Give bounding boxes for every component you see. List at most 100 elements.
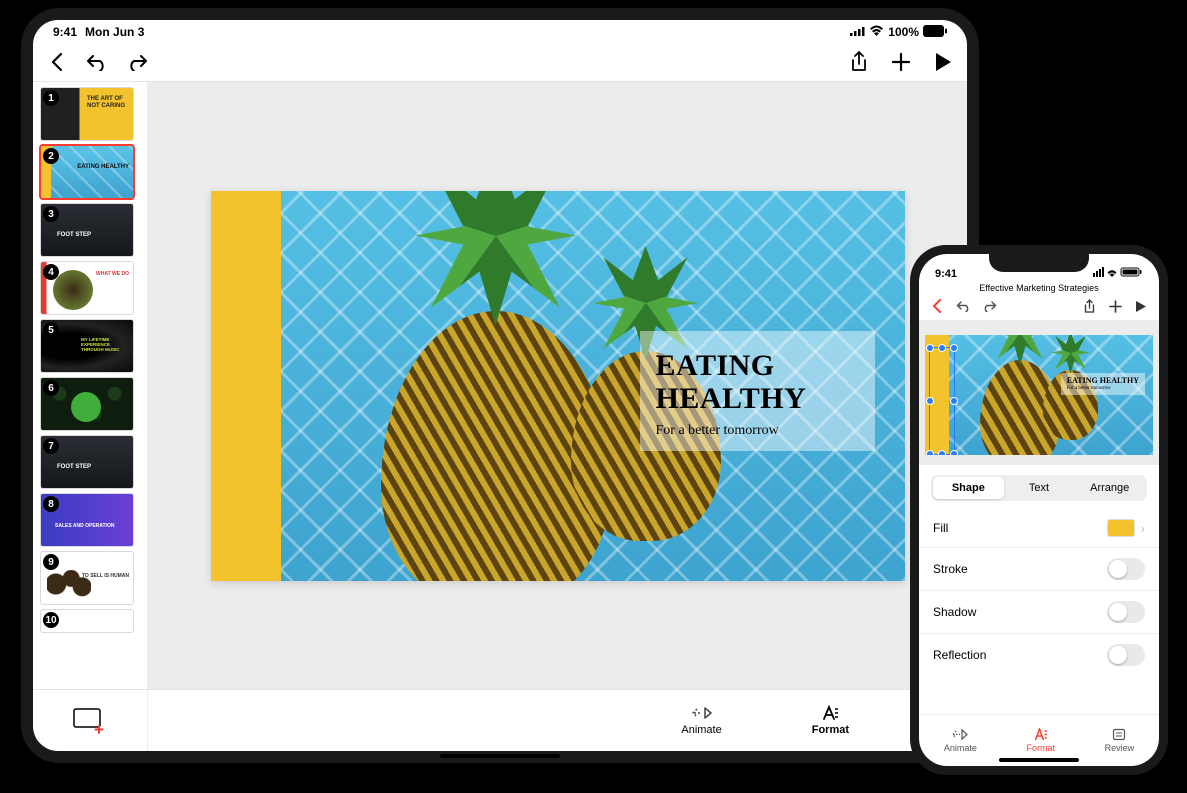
play-button[interactable] xyxy=(1133,298,1149,314)
slide-thumb-title: EATING HEALTHY xyxy=(77,164,129,171)
tab-label: Format xyxy=(812,724,849,736)
shadow-toggle[interactable] xyxy=(1107,601,1145,623)
slide-number: 8 xyxy=(43,496,59,512)
slide-canvas[interactable]: EATING HEALTHY For a better tomorrow xyxy=(211,191,905,581)
back-button[interactable] xyxy=(929,298,945,314)
tab-animate[interactable]: Animate xyxy=(681,705,721,736)
ipad-device-frame: 9:41 Mon Jun 3 100% xyxy=(21,8,979,763)
slide-thumb[interactable]: 7 FOOT STEP xyxy=(41,436,133,488)
slide-thumb-title: FOOT STEP xyxy=(57,232,91,239)
ipad-screen: 9:41 Mon Jun 3 100% xyxy=(33,20,967,751)
ipad-status-bar: 9:41 Mon Jun 3 100% xyxy=(33,20,967,42)
slide-number: 3 xyxy=(43,206,59,222)
new-slide-button[interactable] xyxy=(33,690,148,751)
slide-thumb-title: MY LIFETIME EXPERIENCE THROUGH MUSIC xyxy=(81,338,129,353)
slide-title: EATING HEALTHY xyxy=(1067,377,1139,386)
tab-format[interactable]: Format xyxy=(1026,728,1055,753)
ipad-top-toolbar xyxy=(33,42,967,82)
slide-number: 6 xyxy=(43,380,59,396)
slide-thumb[interactable]: 5 MY LIFETIME EXPERIENCE THROUGH MUSIC xyxy=(41,320,133,372)
wifi-icon xyxy=(869,25,884,39)
slide-thumb[interactable]: 8 SALES AND OPERATION xyxy=(41,494,133,546)
reflection-row[interactable]: Reflection xyxy=(919,634,1159,676)
stroke-label: Stroke xyxy=(933,562,968,576)
slide-thumb-title: THE ART OF NOT CARING xyxy=(87,96,129,109)
slide-subtitle: For a better tomorrow xyxy=(656,423,859,439)
tab-format[interactable]: Format xyxy=(812,705,849,736)
shadow-label: Shadow xyxy=(933,605,976,619)
status-time: 9:41 xyxy=(53,25,77,39)
iphone-device-frame: 9:41 Effective Marketing Strategies xyxy=(910,245,1168,775)
segment-shape[interactable]: Shape xyxy=(933,477,1004,499)
tab-animate[interactable]: Animate xyxy=(944,728,977,753)
slide-thumb-title: WHAT WE DO xyxy=(96,272,129,278)
tab-review[interactable]: Review xyxy=(1105,728,1135,753)
home-indicator[interactable] xyxy=(999,758,1079,762)
slide-thumb[interactable]: 4 WHAT WE DO xyxy=(41,262,133,314)
share-button[interactable] xyxy=(1081,298,1097,314)
slide-thumb[interactable]: 2 EATING HEALTHY xyxy=(41,146,133,198)
slide-canvas-area[interactable]: EATING HEALTHY For a better tomorrow xyxy=(148,82,967,689)
tab-label: Animate xyxy=(944,743,977,753)
tab-label: Format xyxy=(1026,743,1055,753)
selection-handles[interactable] xyxy=(929,347,955,455)
slide-number: 5 xyxy=(43,322,59,338)
slide-subtitle: For a better tomorrow xyxy=(1067,386,1139,391)
ipad-bottom-toolbar: Animate Format R xyxy=(33,689,967,751)
slide-thumb[interactable]: 10 xyxy=(41,610,133,632)
slide-number: 9 xyxy=(43,554,59,570)
format-inspector: Shape Text Arrange Fill › Stroke Shadow xyxy=(919,465,1159,714)
segment-arrange[interactable]: Arrange xyxy=(1074,477,1145,499)
reflection-label: Reflection xyxy=(933,648,986,662)
slide-text-box[interactable]: EATING HEALTHY For a better tomorrow xyxy=(640,331,875,451)
redo-button[interactable] xyxy=(125,50,149,74)
slide-title: EATING HEALTHY xyxy=(656,349,859,415)
slide-thumb[interactable]: 6 xyxy=(41,378,133,430)
document-title: Effective Marketing Strategies xyxy=(919,282,1159,296)
fill-row[interactable]: Fill › xyxy=(919,509,1159,547)
slide-accent-bar[interactable] xyxy=(211,191,281,581)
ipad-main-area: 1 THE ART OF NOT CARING 2 EATING HEALTHY… xyxy=(33,82,967,689)
fill-label: Fill xyxy=(933,521,948,535)
stroke-toggle[interactable] xyxy=(1107,558,1145,580)
slide-thumb-title: TO SELL IS HUMAN xyxy=(82,574,129,580)
battery-percent: 100% xyxy=(888,25,919,39)
chevron-right-icon: › xyxy=(1141,521,1145,536)
add-button[interactable] xyxy=(889,50,913,74)
iphone-screen: 9:41 Effective Marketing Strategies xyxy=(919,254,1159,766)
inspector-segmented-control[interactable]: Shape Text Arrange xyxy=(931,475,1147,501)
slide-navigator[interactable]: 1 THE ART OF NOT CARING 2 EATING HEALTHY… xyxy=(33,82,148,689)
battery-icon xyxy=(923,25,947,40)
slide-number: 1 xyxy=(43,90,59,106)
undo-button[interactable] xyxy=(85,50,109,74)
slide-thumb[interactable]: 3 FOOT STEP xyxy=(41,204,133,256)
tab-label: Review xyxy=(1105,743,1135,753)
stroke-row[interactable]: Stroke xyxy=(919,548,1159,590)
slide-thumb[interactable]: 1 THE ART OF NOT CARING xyxy=(41,88,133,140)
slide-canvas[interactable]: EATING HEALTHY For a better tomorrow xyxy=(925,335,1153,455)
slide-thumb-title: FOOT STEP xyxy=(57,464,91,471)
reflection-toggle[interactable] xyxy=(1107,644,1145,666)
play-button[interactable] xyxy=(931,50,955,74)
shadow-row[interactable]: Shadow xyxy=(919,591,1159,633)
undo-button[interactable] xyxy=(955,298,971,314)
status-time: 9:41 xyxy=(935,268,957,280)
add-button[interactable] xyxy=(1107,298,1123,314)
segment-text[interactable]: Text xyxy=(1004,477,1075,499)
back-button[interactable] xyxy=(45,50,69,74)
share-button[interactable] xyxy=(847,50,871,74)
iphone-canvas-area[interactable]: EATING HEALTHY For a better tomorrow xyxy=(919,321,1159,465)
status-date: Mon Jun 3 xyxy=(85,25,144,39)
redo-button[interactable] xyxy=(981,298,997,314)
fill-swatch[interactable] xyxy=(1107,519,1135,537)
iphone-toolbar xyxy=(919,296,1159,321)
slide-thumb-title: SALES AND OPERATION xyxy=(55,524,114,530)
slide-number: 4 xyxy=(43,264,59,280)
slide-number: 2 xyxy=(43,148,59,164)
slide-number: 7 xyxy=(43,438,59,454)
slide-text-box[interactable]: EATING HEALTHY For a better tomorrow xyxy=(1061,373,1145,395)
iphone-notch xyxy=(989,254,1089,272)
cellular-icon xyxy=(850,25,865,39)
slide-thumb[interactable]: 9 TO SELL IS HUMAN xyxy=(41,552,133,604)
status-icons xyxy=(1093,267,1143,280)
